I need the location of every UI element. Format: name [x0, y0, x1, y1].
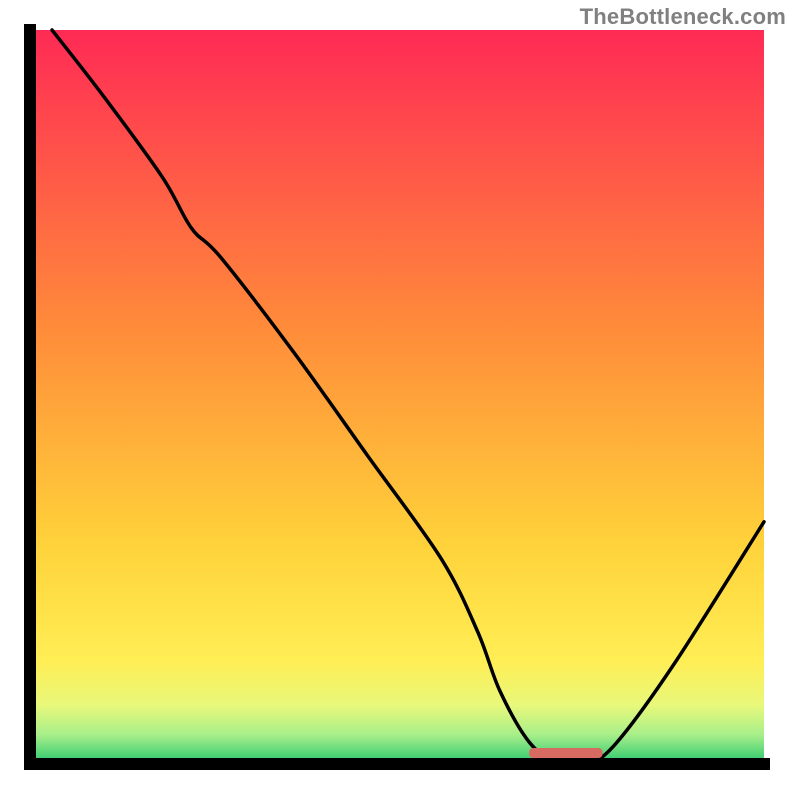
optimal-range-marker: [529, 748, 602, 758]
chart-container: TheBottleneck.com: [0, 0, 800, 800]
plot-area: [30, 30, 764, 767]
watermark-text: TheBottleneck.com: [580, 4, 786, 30]
gradient-background: [30, 30, 764, 764]
chart-svg: [0, 0, 800, 800]
